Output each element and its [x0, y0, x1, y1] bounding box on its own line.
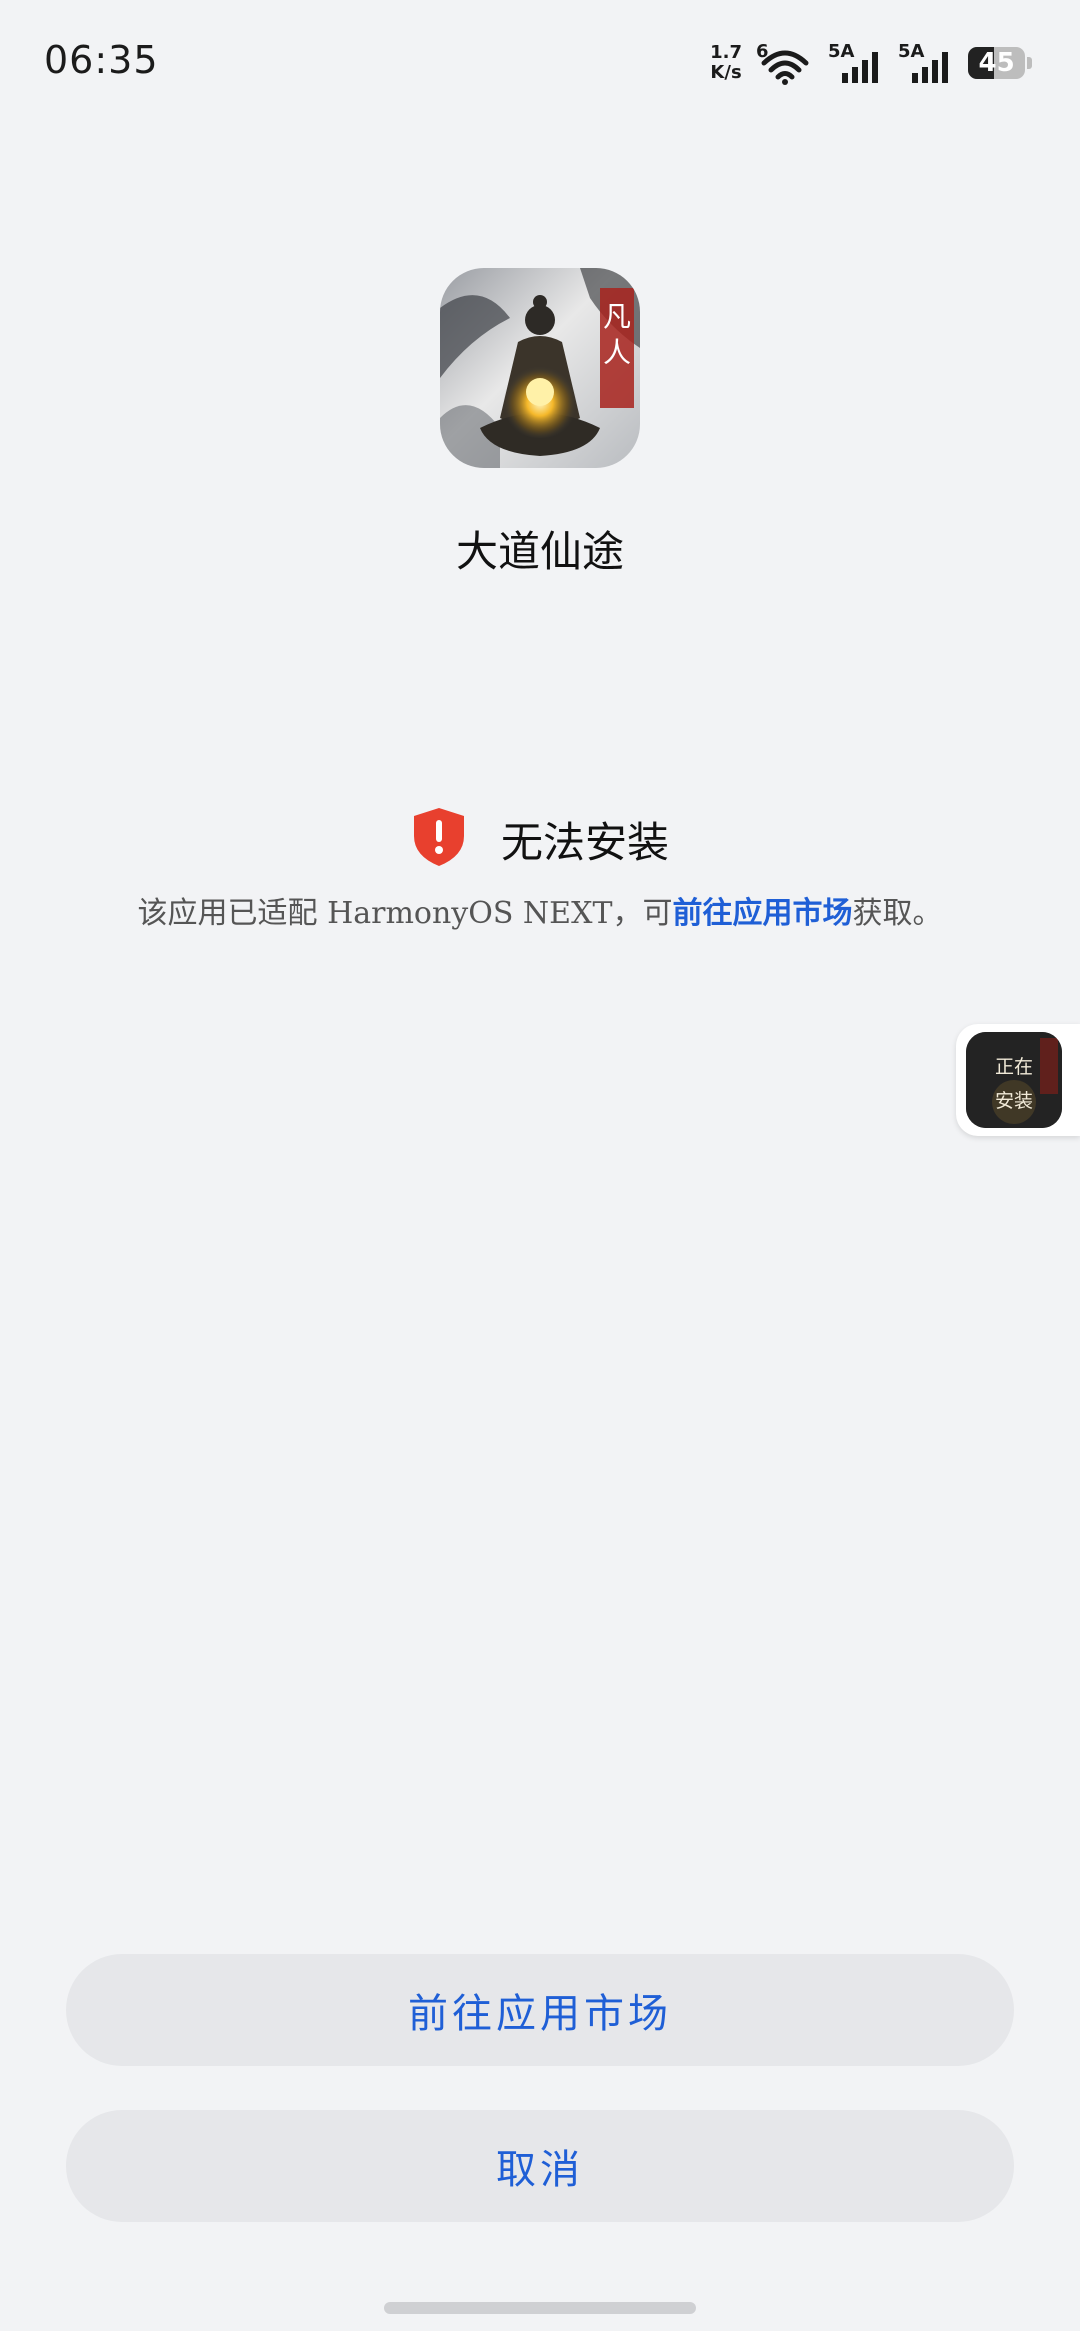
- install-failed-title: 无法安装: [500, 817, 669, 867]
- installing-label: 正在 安装: [994, 1056, 1033, 1112]
- wifi-tag: 6: [756, 41, 769, 62]
- cellular-signal-icon-2: 5A: [898, 41, 954, 85]
- home-indicator[interactable]: [384, 2302, 696, 2314]
- sim2-tag: 5A: [898, 41, 925, 62]
- installing-floating-badge[interactable]: 正在 安装: [956, 1024, 1080, 1136]
- cancel-button[interactable]: 取消: [66, 2110, 1014, 2222]
- status-time: 06:35: [44, 38, 159, 82]
- battery-icon: 45: [968, 47, 1032, 79]
- meditating-figure-app-icon: 凡 人: [440, 268, 640, 468]
- status-bar: 06:35 1.7 K/s 6 5A 5A 45: [0, 0, 1080, 120]
- status-icons: 1.7 K/s 6 5A 5A 45: [710, 38, 1032, 88]
- network-speed-unit: K/s: [710, 62, 742, 83]
- installing-app-thumbnail: 正在 安装: [966, 1032, 1062, 1128]
- network-speed-value: 1.7: [710, 42, 742, 63]
- network-speed: 1.7 K/s: [710, 43, 742, 83]
- shield-alert-icon: [411, 806, 467, 872]
- battery-level: 45: [978, 48, 1015, 78]
- sim1-tag: 5A: [828, 41, 855, 62]
- install-failed-description: 该应用已适配 HarmonyOS NEXT，可前往应用市场获取。: [0, 888, 1080, 932]
- svg-text:人: 人: [603, 336, 631, 369]
- cellular-signal-icon-1: 5A: [828, 41, 884, 85]
- svg-text:凡: 凡: [603, 300, 631, 333]
- description-prefix: 该应用已适配 HarmonyOS NEXT，可: [137, 896, 673, 931]
- wifi-icon: 6: [756, 41, 814, 85]
- go-to-app-market-button[interactable]: 前往应用市场: [66, 1954, 1014, 2066]
- app-market-link[interactable]: 前往应用市场: [672, 896, 852, 931]
- description-suffix: 获取。: [852, 896, 943, 931]
- app-name: 大道仙途: [455, 527, 624, 576]
- install-failed-header: 无法安装: [0, 806, 1080, 872]
